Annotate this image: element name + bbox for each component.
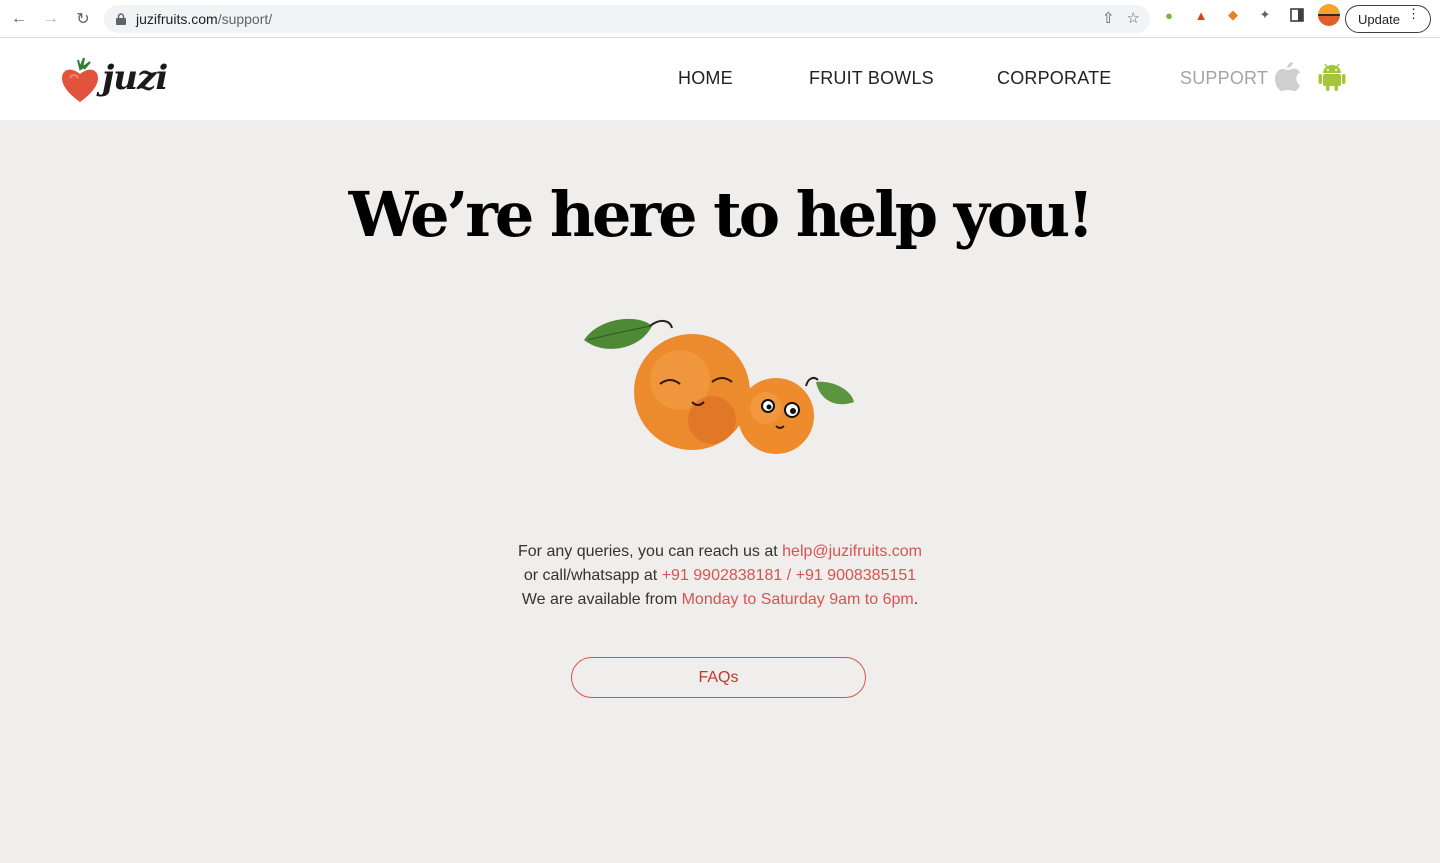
juzi-logo[interactable]: juzi — [60, 54, 168, 106]
phone-links[interactable]: +91 9902838181 / +91 9008385151 — [662, 567, 916, 584]
reload-icon[interactable]: ↻ — [67, 3, 99, 35]
phone-prefix-text: or call/whatsapp at — [523, 567, 662, 584]
hours-suffix: . — [913, 591, 919, 608]
nav-corporate[interactable]: CORPORATE — [997, 68, 1111, 89]
email-prefix-text: For any queries, you can reach us at — [518, 543, 783, 560]
oranges-illustration — [584, 318, 854, 454]
forward-icon[interactable]: → — [35, 3, 67, 35]
logo-text: juzi — [102, 58, 168, 98]
contact-line-email: For any queries, you can reach us at hel… — [0, 540, 1440, 564]
faqs-button[interactable]: FAQs — [571, 657, 866, 698]
browser-toolbar: ← → ↻ juzifruits.com/support/ ⇧ ☆ ● ▲ ◆ … — [0, 0, 1440, 38]
nav-fruit-bowls[interactable]: FRUIT BOWLS — [809, 68, 934, 89]
contact-info: For any queries, you can reach us at hel… — [0, 540, 1440, 612]
menu-dots-icon[interactable]: ⋮ — [1407, 7, 1420, 20]
hours-prefix-text: We are available from — [521, 591, 682, 608]
site-header: juzi HOME FRUIT BOWLS CORPORATE SUPPORT — [0, 38, 1440, 120]
email-link[interactable]: help@juzifruits.com — [782, 543, 922, 560]
bookmark-star-icon[interactable]: ☆ — [1127, 9, 1140, 27]
nav-support[interactable]: SUPPORT — [1180, 68, 1268, 89]
share-icon[interactable]: ⇧ — [1102, 9, 1115, 27]
address-bar[interactable]: juzifruits.com/support/ ⇧ ☆ — [104, 5, 1150, 33]
update-label: Update — [1358, 11, 1400, 27]
side-panel-icon[interactable] — [1286, 4, 1308, 26]
red-extension-icon[interactable]: ▲ — [1190, 4, 1212, 26]
nav-home[interactable]: HOME — [678, 68, 733, 89]
heart-fruit-icon — [62, 57, 98, 102]
android-extension-icon[interactable]: ● — [1158, 4, 1180, 26]
hours-text: Monday to Saturday 9am to 6pm — [681, 591, 914, 608]
url-host: juzifruits.com — [136, 11, 218, 27]
contact-line-phone: or call/whatsapp at +91 9902838181 / +91… — [0, 564, 1440, 588]
lock-icon — [116, 13, 126, 25]
update-button[interactable]: Update ⋮ — [1345, 5, 1431, 33]
contact-line-hours: We are available from Monday to Saturday… — [0, 588, 1440, 612]
support-main: We’re here to help you! For any queries,… — [0, 120, 1440, 863]
fox-extension-icon[interactable]: ◆ — [1222, 4, 1244, 26]
android-icon[interactable] — [1318, 60, 1346, 92]
url-path: /support/ — [217, 11, 273, 27]
profile-avatar[interactable] — [1318, 4, 1340, 26]
page-title: We’re here to help you! — [348, 178, 1095, 251]
puzzle-extensions-icon[interactable]: ✦ — [1254, 4, 1276, 26]
back-icon[interactable]: ← — [3, 3, 35, 35]
apple-icon[interactable] — [1274, 60, 1302, 92]
